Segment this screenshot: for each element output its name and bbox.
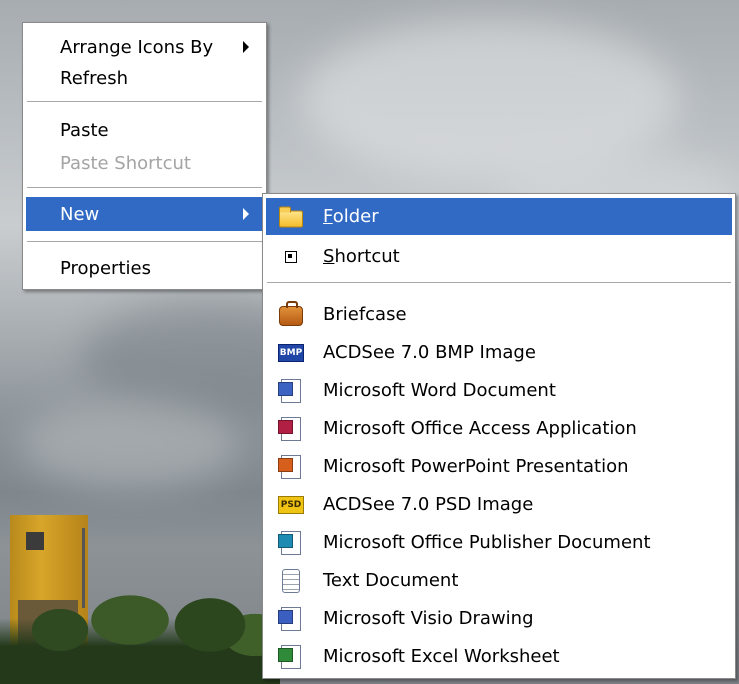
- publisher-icon: [278, 530, 301, 555]
- menu-item-label: Briefcase: [323, 304, 407, 325]
- menu-item-label: Shortcut: [323, 246, 400, 267]
- new-submenu: Folder Shortcut Briefcase BMP ACDSee 7.0…: [262, 193, 736, 679]
- submenu-item-visio-drawing[interactable]: Microsoft Visio Drawing: [266, 600, 732, 637]
- excel-icon: [278, 644, 301, 669]
- submenu-item-publisher-document[interactable]: Microsoft Office Publisher Document: [266, 524, 732, 561]
- menu-item-label: New: [60, 203, 100, 225]
- menu-separator: [267, 282, 731, 283]
- submenu-item-acdsee-bmp[interactable]: BMP ACDSee 7.0 BMP Image: [266, 334, 732, 371]
- menu-item-label: Paste: [60, 119, 109, 141]
- word-document-icon: [278, 378, 301, 403]
- submenu-item-excel-worksheet[interactable]: Microsoft Excel Worksheet: [266, 638, 732, 675]
- submenu-item-shortcut[interactable]: Shortcut: [266, 238, 732, 275]
- menu-item-paste[interactable]: Paste: [26, 113, 263, 147]
- menu-item-label: Paste Shortcut: [60, 152, 191, 174]
- menu-item-new[interactable]: New: [26, 197, 263, 231]
- bmp-icon: BMP: [278, 343, 304, 362]
- text-document-icon: [282, 568, 300, 593]
- submenu-item-access-application[interactable]: Microsoft Office Access Application: [266, 410, 732, 447]
- menu-separator: [27, 241, 262, 242]
- briefcase-icon: [279, 301, 303, 327]
- submenu-item-powerpoint-presentation[interactable]: Microsoft PowerPoint Presentation: [266, 448, 732, 485]
- menu-item-label: Folder: [323, 206, 379, 227]
- menu-item-label: ACDSee 7.0 BMP Image: [323, 342, 536, 363]
- menu-item-label: Text Document: [323, 570, 459, 591]
- submenu-item-word-document[interactable]: Microsoft Word Document: [266, 372, 732, 409]
- trees: [0, 590, 280, 684]
- access-icon: [278, 416, 301, 441]
- powerpoint-icon: [278, 454, 301, 479]
- menu-item-label: Microsoft Office Access Application: [323, 418, 637, 439]
- submenu-arrow-icon: [243, 208, 249, 220]
- menu-item-arrange-icons-by[interactable]: Arrange Icons By: [26, 30, 263, 64]
- cloud: [20, 400, 240, 490]
- menu-item-label: Microsoft Visio Drawing: [323, 608, 534, 629]
- submenu-arrow-icon: [243, 41, 249, 53]
- submenu-item-text-document[interactable]: Text Document: [266, 562, 732, 599]
- menu-item-label: Microsoft Excel Worksheet: [323, 646, 560, 667]
- desktop-context-menu: Arrange Icons By Refresh Paste Paste Sho…: [22, 22, 267, 290]
- menu-separator: [27, 101, 262, 102]
- submenu-item-briefcase[interactable]: Briefcase: [266, 296, 732, 333]
- menu-item-properties[interactable]: Properties: [26, 251, 263, 285]
- psd-icon: PSD: [278, 495, 304, 514]
- menu-item-paste-shortcut: Paste Shortcut: [26, 146, 263, 180]
- menu-item-label: Arrange Icons By: [60, 36, 214, 58]
- folder-icon: [279, 206, 303, 228]
- menu-item-refresh[interactable]: Refresh: [26, 61, 263, 95]
- menu-item-label: Microsoft Word Document: [323, 380, 556, 401]
- menu-item-label: Microsoft Office Publisher Document: [323, 532, 651, 553]
- visio-icon: [278, 606, 301, 631]
- menu-item-label: ACDSee 7.0 PSD Image: [323, 494, 534, 515]
- submenu-item-acdsee-psd[interactable]: PSD ACDSee 7.0 PSD Image: [266, 486, 732, 523]
- menu-item-label: Properties: [60, 257, 151, 279]
- shortcut-icon: [285, 250, 297, 263]
- submenu-item-folder[interactable]: Folder: [266, 198, 732, 235]
- menu-item-label: Microsoft PowerPoint Presentation: [323, 456, 629, 477]
- menu-separator: [27, 187, 262, 188]
- crane-window: [26, 532, 44, 550]
- menu-item-label: Refresh: [60, 67, 128, 89]
